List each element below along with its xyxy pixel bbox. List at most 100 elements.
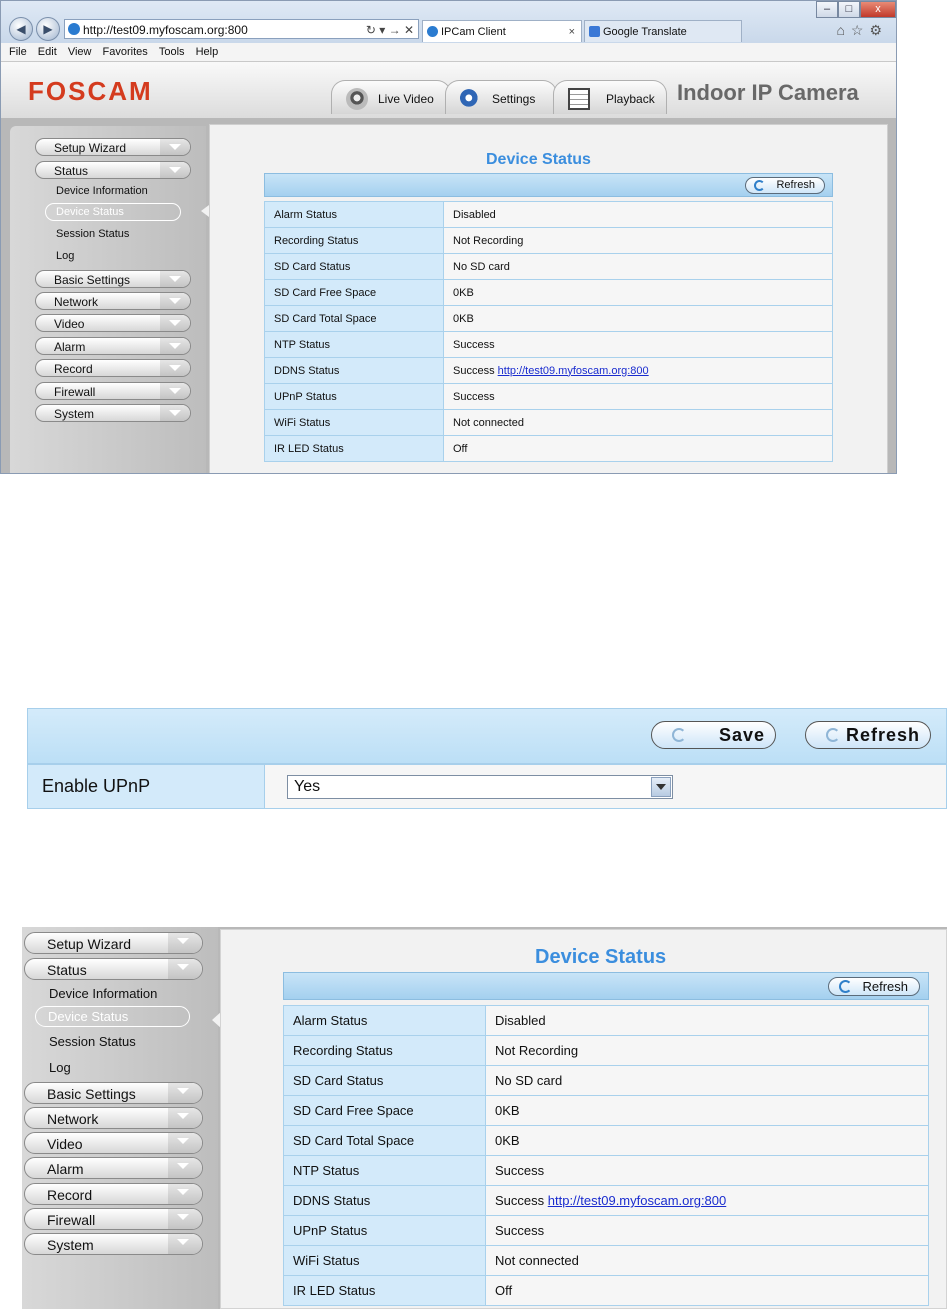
menu-device-status[interactable]: Device Status (45, 203, 181, 221)
menu-tools[interactable]: Tools (159, 46, 185, 58)
tab-google-translate[interactable]: Google Translate (584, 20, 742, 42)
status-label: Alarm Status (264, 201, 444, 228)
chevron-down-icon (160, 162, 190, 178)
table-row: NTP Status Success (264, 331, 833, 358)
menu-network[interactable]: Network (35, 292, 191, 310)
table-row: WiFi Status Not connected (264, 409, 833, 436)
upnp-row: Enable UPnP Yes (27, 764, 947, 809)
refresh-button[interactable]: Refresh (805, 721, 931, 749)
device-status-panel: Device Status Refresh Alarm Status Disabl… (209, 124, 888, 473)
status-value-cell: Not Recording (485, 1035, 929, 1066)
status-value: Success (495, 1163, 545, 1178)
table-row: Alarm Status Disabled (283, 1005, 929, 1036)
back-icon[interactable]: ◀ (9, 17, 33, 41)
status-label: SD Card Free Space (283, 1095, 486, 1126)
menu-bar: File Edit View Favorites Tools Help (1, 43, 896, 62)
chevron-down-icon[interactable] (651, 777, 671, 797)
enable-upnp-select[interactable]: Yes (287, 775, 673, 799)
menu-device-information[interactable]: Device Information (56, 185, 148, 197)
tab-label: Playback (606, 92, 655, 106)
menu-firewall[interactable]: Firewall (24, 1208, 203, 1230)
status-value-cell: Not Recording (443, 227, 833, 254)
tab-close-icon[interactable]: × (569, 21, 575, 43)
status-label: Alarm Status (283, 1005, 486, 1036)
menu-basic-settings[interactable]: Basic Settings (35, 270, 191, 288)
forward-icon[interactable]: ▶ (36, 17, 60, 41)
chevron-down-icon (160, 383, 190, 399)
close-button[interactable]: x (860, 1, 896, 18)
menu-session-status[interactable]: Session Status (49, 1034, 136, 1049)
menu-label: Network (54, 295, 99, 309)
menu-log[interactable]: Log (49, 1060, 71, 1075)
menu-view[interactable]: View (68, 46, 92, 58)
translate-icon (589, 26, 600, 37)
menu-status[interactable]: Status (24, 958, 203, 980)
menu-edit[interactable]: Edit (38, 46, 57, 58)
status-value: No SD card (453, 260, 510, 273)
table-row: SD Card Status No SD card (264, 253, 833, 280)
status-value-cell: Disabled (485, 1005, 929, 1036)
chevron-down-icon (168, 933, 202, 953)
address-bar[interactable]: http://test09.myfoscam.org:800 ↻ ▾ → ✕ (64, 19, 419, 39)
menu-setup-wizard[interactable]: Setup Wizard (35, 138, 191, 156)
status-value-cell: Success (443, 331, 833, 358)
table-row: SD Card Free Space 0KB (283, 1095, 929, 1126)
refresh-stop-icon[interactable]: ↻ ▾ → ✕ (366, 20, 414, 40)
chevron-down-icon (168, 1234, 202, 1254)
chevron-down-icon (160, 271, 190, 287)
title-bar: ◀ ▶ http://test09.myfoscam.org:800 ↻ ▾ →… (1, 1, 896, 43)
menu-device-status[interactable]: Device Status (35, 1006, 190, 1027)
menu-firewall[interactable]: Firewall (35, 382, 191, 400)
menu-alarm[interactable]: Alarm (24, 1157, 203, 1179)
menu-network[interactable]: Network (24, 1107, 203, 1129)
toolbar: Refresh (283, 972, 929, 1000)
menu-status[interactable]: Status (35, 161, 191, 179)
menu-log[interactable]: Log (56, 250, 74, 262)
menu-help[interactable]: Help (196, 46, 219, 58)
menu-alarm[interactable]: Alarm (35, 337, 191, 355)
status-value: No SD card (495, 1073, 563, 1088)
status-value: Disabled (453, 208, 496, 221)
menu-setup-wizard[interactable]: Setup Wizard (24, 932, 203, 954)
tab-live-video[interactable]: Live Video (331, 80, 451, 114)
menu-video[interactable]: Video (24, 1132, 203, 1154)
chevron-down-icon (168, 1108, 202, 1128)
refresh-button[interactable]: Refresh (828, 977, 920, 996)
status-value-cell: Success (443, 383, 833, 410)
minimize-button[interactable]: – (816, 1, 838, 18)
menu-basic-settings[interactable]: Basic Settings (24, 1082, 203, 1104)
refresh-icon (826, 728, 840, 742)
menu-video[interactable]: Video (35, 314, 191, 332)
menu-system[interactable]: System (35, 404, 191, 422)
menu-label: Firewall (47, 1212, 96, 1228)
status-value-cell: Success http://test09.myfoscam.org:800 (485, 1185, 929, 1216)
refresh-icon (839, 979, 852, 993)
save-button[interactable]: Save (651, 721, 776, 749)
maximize-button[interactable]: □ (838, 1, 860, 18)
status-value: 0KB (453, 286, 474, 299)
tab-playback[interactable]: Playback (553, 80, 667, 114)
tab-ipcam-client[interactable]: IPCam Client × (422, 20, 582, 42)
status-value: Off (453, 442, 468, 455)
table-row: UPnP Status Success (283, 1215, 929, 1246)
status-value-cell: Success http://test09.myfoscam.org:800 (443, 357, 833, 384)
menu-device-information[interactable]: Device Information (49, 986, 157, 1001)
status-value-cell: 0KB (485, 1125, 929, 1156)
menu-file[interactable]: File (9, 46, 27, 58)
menu-system[interactable]: System (24, 1233, 203, 1255)
menu-favorites[interactable]: Favorites (103, 46, 148, 58)
table-row: SD Card Status No SD card (283, 1065, 929, 1096)
status-label: IR LED Status (264, 435, 444, 462)
menu-record[interactable]: Record (24, 1183, 203, 1205)
ddns-link[interactable]: http://test09.myfoscam.org:800 (498, 365, 649, 377)
home-favorites-tools-icons[interactable]: ⌂☆⚙ (836, 22, 888, 39)
menu-session-status[interactable]: Session Status (56, 228, 129, 240)
status-value: Not Recording (495, 1043, 579, 1058)
status-value-cell: Off (443, 435, 833, 462)
ddns-link[interactable]: http://test09.myfoscam.org:800 (548, 1193, 726, 1208)
refresh-button[interactable]: Refresh (745, 177, 825, 194)
menu-label: Status (47, 962, 87, 978)
status-value: 0KB (453, 312, 474, 325)
tab-settings[interactable]: Settings (445, 80, 557, 114)
menu-record[interactable]: Record (35, 359, 191, 377)
